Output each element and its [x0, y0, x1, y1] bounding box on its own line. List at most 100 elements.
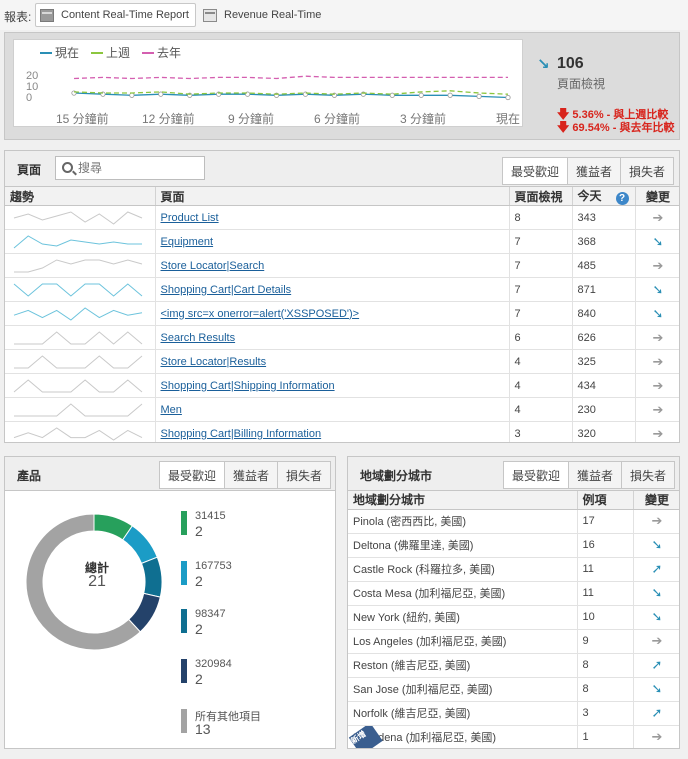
report-label: 報表: [4, 10, 32, 24]
tab-losers[interactable]: 損失者 [622, 461, 676, 489]
pages-search-input[interactable] [78, 160, 198, 176]
page-link[interactable]: Men [161, 404, 182, 416]
donut-slice[interactable] [140, 556, 163, 598]
table-row[interactable]: Product List 8 343 ➔ [5, 205, 679, 230]
change-cell: ➔ [635, 397, 679, 422]
col-change[interactable]: 變更 [635, 187, 679, 206]
instances-value: 16 [582, 539, 595, 551]
table-row[interactable]: Shopping Cart|Cart Details 7 871 ➘ [5, 277, 679, 302]
page-link[interactable]: Equipment [161, 236, 214, 248]
trend-sparkline [14, 354, 143, 368]
col-page[interactable]: 頁面 [155, 187, 510, 206]
page-cell: Men [155, 397, 510, 422]
city-name: Reston (維吉尼亞, 美國) [353, 660, 471, 672]
city-cell: Los Angeles (加利福尼亞, 美國) [348, 629, 578, 654]
table-row[interactable]: Equipment 7 368 ➘ [5, 229, 679, 254]
city-name: Deltona (佛羅里達, 美國) [353, 540, 474, 552]
kpi-value: 106 [557, 55, 584, 72]
today-cell: 230 [572, 397, 636, 422]
page-link[interactable]: Product List [161, 212, 219, 224]
trend-cell [5, 349, 156, 374]
x-tick-label: 9 分鐘前 [228, 112, 275, 126]
table-row[interactable]: San Jose (加利福尼亞, 美國) 8 ➘ [348, 677, 679, 702]
tab-gainers[interactable]: 獲益者 [225, 461, 279, 489]
change-cell: ➘ [635, 277, 679, 302]
sparkline-series [13, 210, 143, 225]
page-link[interactable]: Store Locator|Results [161, 356, 267, 368]
page-link[interactable]: Shopping Cart|Shipping Information [161, 380, 335, 392]
col-instances[interactable]: 例項 [577, 491, 634, 510]
col-trend[interactable]: 趨勢 [5, 187, 156, 206]
donut-slice[interactable] [122, 525, 158, 565]
overview-chart: 現在 上週 去年 20 10 0 15 分鐘前 12 分鐘前 9 分鐘前 6 分… [13, 39, 523, 127]
page-link[interactable]: Search Results [161, 332, 236, 344]
table-row[interactable]: Los Angeles (加利福尼亞, 美國) 9 ➔ [348, 629, 679, 654]
col-page-views[interactable]: 頁面檢視 [509, 187, 573, 206]
city-cell: Norfolk (維吉尼亞, 美國) [348, 701, 578, 726]
page-views-value: 6 [514, 331, 521, 344]
report-bar: 報表: Content Real-Time Report Revenue Rea… [0, 0, 688, 30]
table-row[interactable]: Pasadena (加利福尼亞, 美國) 新增 1 ➔ [348, 725, 679, 748]
pages-search-box[interactable] [55, 156, 205, 180]
table-row[interactable]: <img src=x onerror=alert('XSSPOSED')> 7 84… [5, 301, 679, 326]
table-row[interactable]: Shopping Cart|Billing Information 3 320 ➔ [5, 421, 679, 442]
page-link[interactable]: Store Locator|Search [161, 260, 265, 272]
table-row[interactable]: Search Results 6 626 ➔ [5, 325, 679, 350]
product-value: 2 [195, 671, 203, 687]
change-cell: ➔ [633, 725, 679, 748]
tab-most-popular[interactable]: 最受歡迎 [159, 461, 226, 489]
kpi-trend-icon: ↘ [537, 56, 550, 73]
instances-value: 17 [582, 515, 595, 527]
table-row[interactable]: Norfolk (維吉尼亞, 美國) 3 ➚ [348, 701, 679, 726]
page-views-value: 4 [514, 403, 521, 416]
products-panel-title: 產品 [17, 469, 42, 483]
cities-panel-title: 地域劃分城市 [360, 469, 433, 483]
data-point [505, 94, 511, 101]
change-down-icon: ➘ [652, 281, 664, 297]
table-row[interactable]: Castle Rock (科羅拉多, 美國) 11 ➚ [348, 557, 679, 582]
table-row[interactable]: Reston (維吉尼亞, 美國) 8 ➚ [348, 653, 679, 678]
page-link[interactable]: Shopping Cart|Cart Details [161, 284, 292, 296]
instances-value: 10 [582, 611, 595, 623]
table-row[interactable]: Deltona (佛羅里達, 美國) 16 ➘ [348, 533, 679, 558]
page-views-cell: 4 [509, 373, 573, 398]
table-row[interactable]: Shopping Cart|Shipping Information 4 434 ➔ [5, 373, 679, 398]
change-down-icon: ➘ [652, 305, 664, 321]
table-row[interactable]: Men 4 230 ➔ [5, 397, 679, 422]
table-row[interactable]: Pinola (密西西比, 美國) 17 ➔ [348, 509, 679, 534]
city-name: San Jose (加利福尼亞, 美國) [353, 684, 493, 696]
kpi-label: 頁面檢視 [557, 77, 606, 91]
page-views-cell: 8 [509, 205, 573, 230]
legend-swatch [181, 609, 187, 633]
col-today[interactable]: 今天? [572, 187, 636, 206]
table-row[interactable]: Store Locator|Search 7 485 ➔ [5, 253, 679, 278]
instances-value: 1 [582, 731, 589, 743]
page-link[interactable]: <img src=x onerror=alert('XSSPOSED')> [161, 308, 360, 320]
page-cell: <img src=x onerror=alert('XSSPOSED')> [155, 301, 510, 326]
help-icon[interactable]: ? [615, 192, 629, 205]
tab-most-popular[interactable]: 最受歡迎 [502, 157, 569, 185]
report-tab-content-real-time[interactable]: Content Real-Time Report [35, 3, 196, 27]
tab-most-popular[interactable]: 最受歡迎 [503, 461, 570, 489]
tab-gainers[interactable]: 獲益者 [568, 157, 622, 185]
search-icon [62, 162, 73, 173]
today-value: 368 [577, 235, 596, 248]
col-change[interactable]: 變更 [633, 491, 679, 510]
trend-cell [5, 421, 156, 442]
change-cell: ➘ [633, 581, 679, 606]
report-tab-revenue-real-time[interactable]: Revenue Real-Time [199, 3, 327, 27]
table-row[interactable]: Costa Mesa (加利福尼亞, 美國) 11 ➘ [348, 581, 679, 606]
table-row[interactable]: Store Locator|Results 4 325 ➔ [5, 349, 679, 374]
city-cell: San Jose (加利福尼亞, 美國) [348, 677, 578, 702]
series-line [73, 75, 508, 80]
table-row[interactable]: New York (紐約, 美國) 10 ➘ [348, 605, 679, 630]
change-down-icon: ➘ [651, 681, 663, 696]
tab-gainers[interactable]: 獲益者 [569, 461, 623, 489]
sparkline-series [14, 354, 143, 368]
page-link[interactable]: Shopping Cart|Billing Information [161, 428, 322, 440]
tab-losers[interactable]: 損失者 [621, 157, 675, 185]
change-cell: ➔ [635, 325, 679, 350]
col-city[interactable]: 地域劃分城市 [348, 491, 578, 510]
data-point [129, 92, 135, 98]
tab-losers[interactable]: 損失者 [278, 461, 332, 489]
